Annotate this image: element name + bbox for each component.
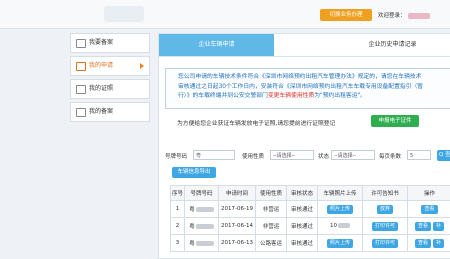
date-cell: 2017-06-19 <box>219 201 256 218</box>
notice-highlight: 变更车辆使用性质 <box>268 93 314 99</box>
pagesize-select[interactable]: 5 <box>407 150 431 160</box>
sidebar: 我要备案 我的申请 我的证照 我的备案 <box>70 33 150 125</box>
usage-label: 使用性质 <box>242 152 264 160</box>
redacted-photo-id <box>338 223 350 228</box>
active-arrow-icon <box>140 63 144 69</box>
sidebar-item-label: 我的证照 <box>89 85 113 92</box>
photo-upload-button[interactable]: 照片上传 <box>327 205 353 214</box>
table-header-row: 序号 号牌号码 申请时间 使用性质 审核状态 车辆照片上传 许可告知书 操作 <box>171 186 450 201</box>
column-header: 申请时间 <box>219 186 256 201</box>
export-vehicle-info-button[interactable]: 车辆信息导出 <box>172 167 216 178</box>
redacted-plate <box>196 241 214 246</box>
search-button[interactable]: Q 查询 <box>437 150 450 161</box>
status-cell: 审核通过 <box>287 235 318 252</box>
redacted-plate <box>196 224 214 229</box>
license-verify-text: 为方便给您企业获证车辆发放电子证照,请您提前进行证照登记 <box>177 118 335 127</box>
view-button[interactable]: 查看 <box>415 222 431 231</box>
sidebar-item-label: 我要备案 <box>89 39 113 46</box>
usage-cell: 非营运 <box>256 201 287 218</box>
document-icon <box>76 39 86 48</box>
view-button[interactable]: 查看 <box>421 205 437 214</box>
document-icon <box>76 62 86 71</box>
sidebar-item-my-application[interactable]: 我的申请 <box>70 56 150 76</box>
plate-prefix: 粤 <box>189 241 195 247</box>
redacted-username <box>408 13 430 19</box>
date-cell: 2017-06-14 <box>219 218 256 235</box>
notice-cell: 打印许可 <box>363 218 408 235</box>
declare-license-button[interactable]: 申报电子证件 <box>371 115 419 127</box>
plate-cell: 粤 <box>185 235 219 252</box>
tab-enterprise-vehicle-apply[interactable]: 企业车辆申请 <box>159 34 274 56</box>
column-header: 使用性质 <box>256 186 287 201</box>
filter-bar: 号牌号码 粤 使用性质 --请选择-- 状态 --请选择-- 每页条数 5 Q … <box>165 150 450 162</box>
notice-cell: 放弃 <box>363 201 408 218</box>
date-cell: 2017-06-13 <box>219 235 256 252</box>
pagesize-label: 每页条数 <box>379 152 401 160</box>
photo-cell: 10 <box>318 218 363 235</box>
sidebar-item-apply-record[interactable]: 我要备案 <box>70 33 150 53</box>
usage-cell: 非营运 <box>256 218 287 235</box>
notice-text: 为"预约出租客运"。 <box>314 93 366 99</box>
view-button[interactable]: 查看 <box>415 239 431 248</box>
sidebar-item-my-license[interactable]: 我的证照 <box>70 79 150 99</box>
photo-cell: 照片上传 <box>318 235 363 252</box>
notice-cell: 打印许可 <box>363 235 408 252</box>
main-panel: 企业车辆申请 企业历史申请记录 您公司申请的车辆技术条件符合《深圳市网络预约出租… <box>158 33 450 259</box>
redacted-plate <box>196 207 214 212</box>
plate-cell: 粤 <box>185 218 219 235</box>
abandon-button[interactable]: 放弃 <box>377 205 393 214</box>
status-cell: 审核通过 <box>287 218 318 235</box>
notice-line: 行）》的车载终端并到公安交警部门变更车辆使用性质为"预约出租客运"。 <box>178 92 450 102</box>
switch-business-button[interactable]: 切换业务办理 <box>320 9 372 21</box>
ops-cell: 查看补 <box>408 218 450 235</box>
welcome-label: 欢迎登录： <box>378 13 406 19</box>
vehicle-table: 序号 号牌号码 申请时间 使用性质 审核状态 车辆照片上传 许可告知书 操作 1… <box>170 185 450 252</box>
notice-box: 您公司申请的车辆技术条件符合《深圳市网络预约出租汽车管理办法》规定的，请您在车辆… <box>165 68 450 109</box>
column-header: 许可告知书 <box>363 186 408 201</box>
plate-prefix: 粤 <box>189 207 195 213</box>
column-header: 车辆照片上传 <box>318 186 363 201</box>
sidebar-item-label: 我的申请 <box>89 62 113 69</box>
ops-cell: 查看 <box>408 201 450 218</box>
sidebar-item-my-records[interactable]: 我的备案 <box>70 102 150 122</box>
row-index: 1 <box>171 201 185 218</box>
supplement-button[interactable]: 补 <box>433 222 444 231</box>
column-header: 号牌号码 <box>185 186 219 201</box>
photo-upload-button[interactable]: 照片上传 <box>327 239 353 248</box>
document-icon <box>76 108 86 117</box>
welcome-text: 欢迎登录： <box>378 11 430 19</box>
plate-input[interactable]: 粤 <box>193 150 235 160</box>
usage-select[interactable]: --请选择-- <box>270 150 314 160</box>
usage-cell: 公路客运 <box>256 235 287 252</box>
ops-cell: 查看补 <box>408 235 450 252</box>
plate-cell: 粤 <box>185 201 219 218</box>
notice-text: 行）》的车载终端并到公安交警部门 <box>178 93 268 99</box>
table-row: 3 粤 2017-06-13 公路客运 审核通过 照片上传 打印许可 查看补 <box>171 235 450 252</box>
status-cell: 审核通过 <box>287 201 318 218</box>
column-header: 审核状态 <box>287 186 318 201</box>
table-row: 2 粤 2017-06-14 非营运 审核通过 10 打印许可 查看补 <box>171 218 450 235</box>
sidebar-item-label: 我的备案 <box>89 108 113 115</box>
top-bar: 切换业务办理 欢迎登录： <box>0 0 450 29</box>
print-permit-button[interactable]: 打印许可 <box>372 239 398 248</box>
plate-prefix: 粤 <box>189 224 195 230</box>
notice-line: 审核通过之日起30个工作日内，安装符合《深圳市网络预约出租汽车车载专用设备配置指… <box>178 83 450 93</box>
supplement-button[interactable]: 补 <box>433 239 444 248</box>
table-row: 1 粤 2017-06-19 非营运 审核通过 照片上传 放弃 查看 <box>171 201 450 218</box>
row-index: 2 <box>171 218 185 235</box>
tab-bar: 企业车辆申请 企业历史申请记录 <box>159 34 450 57</box>
logo-area <box>104 6 144 22</box>
photo-text: 10 <box>330 223 337 229</box>
row-index: 3 <box>171 235 185 252</box>
plate-label: 号牌号码 <box>165 152 187 160</box>
column-header: 序号 <box>171 186 185 201</box>
notice-line: 您公司申请的车辆技术条件符合《深圳市网络预约出租汽车管理办法》规定的，请您在车辆… <box>178 73 450 83</box>
photo-cell: 照片上传 <box>318 201 363 218</box>
document-icon <box>76 85 86 94</box>
status-label: 状态 <box>318 152 329 160</box>
column-header: 操作 <box>408 186 450 201</box>
tab-history-records[interactable]: 企业历史申请记录 <box>334 34 450 56</box>
print-permit-button[interactable]: 打印许可 <box>372 222 398 231</box>
status-select[interactable]: --请选择-- <box>331 150 375 160</box>
